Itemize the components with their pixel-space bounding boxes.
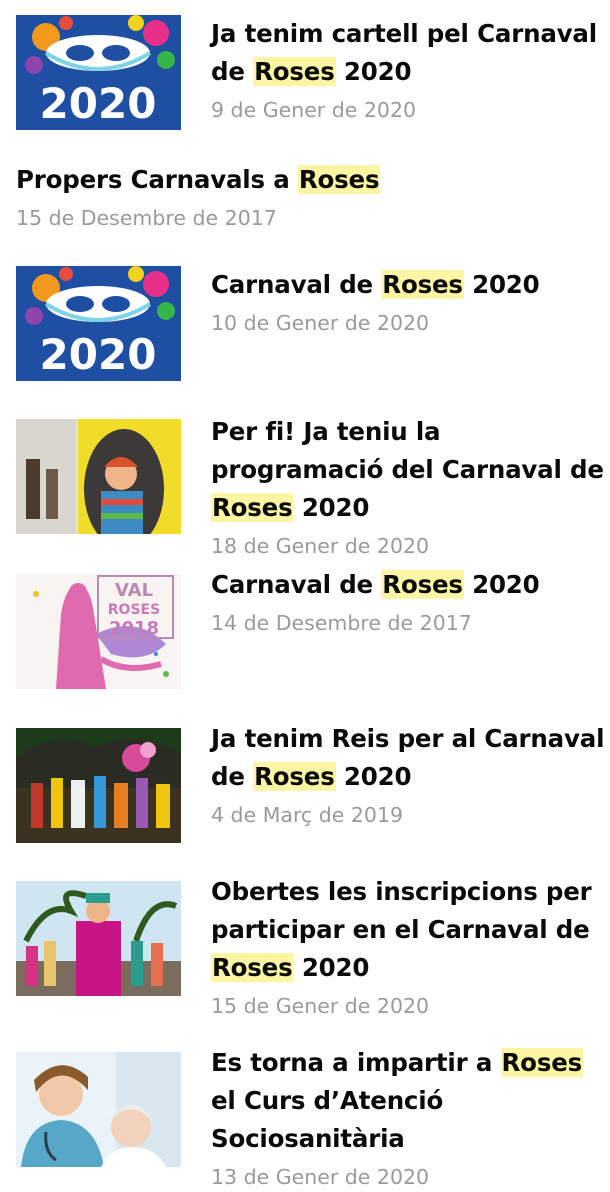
result-title-link[interactable]: Es torna a impartir a Roses el Curs d’At… [211,1044,606,1158]
carnival-parade-night-photo-image [16,728,181,843]
result-thumbnail-roses-2018-poster[interactable]: VAL ROSES 2018 [16,574,181,689]
result-text: Carnaval de Roses 2020 14 de Desembre de… [211,566,606,638]
title-text: Propers Carnavals a [16,165,298,194]
result-title-link[interactable]: Ja tenim Reis per al Carnaval de Roses 2… [211,720,606,796]
result-date: 15 de Desembre de 2017 [16,206,277,230]
result-date: 9 de Gener de 2020 [211,98,417,122]
poster-2018-text: 2018 [109,618,159,639]
title-text: 2020 [335,57,412,86]
poster-year-text: 2020 [40,79,157,128]
result-date: 14 de Desembre de 2017 [211,611,472,635]
result-text: Propers Carnavals a Roses 15 de Desembre… [16,161,606,233]
result-date: 15 de Gener de 2020 [211,994,430,1018]
result-thumbnail-parade-day-photo[interactable] [16,881,181,996]
title-text: 2020 [293,493,370,522]
title-text: 2020 [463,570,540,599]
result-title-link[interactable]: Propers Carnavals a Roses [16,161,606,199]
title-text: Per fi! Ja teniu la programació del Carn… [211,417,604,484]
title-text: Carnaval de [211,570,382,599]
carnival-costume-photo-image [16,419,181,534]
poster-roses-text: ROSES [108,602,160,618]
search-result-item[interactable]: 2020 Carnaval de Roses 2020 10 de Gener … [16,266,606,384]
keyword-highlight: Roses [381,270,464,299]
result-text: Carnaval de Roses 2020 10 de Gener de 20… [211,266,606,338]
search-result-item[interactable]: Propers Carnavals a Roses 15 de Desembre… [16,161,606,236]
title-text: 2020 [335,762,412,791]
search-result-item[interactable]: Es torna a impartir a Roses el Curs d’At… [16,1044,606,1189]
result-thumbnail-nurse-photo[interactable] [16,1052,181,1167]
result-text: Ja tenim cartell pel Carnaval de Roses 2… [211,15,606,125]
result-text: Per fi! Ja teniu la programació del Carn… [211,413,606,561]
title-text: 2020 [463,270,540,299]
result-text: Obertes les inscripcions per participar … [211,873,606,1021]
poster-val-text: VAL [115,580,153,601]
search-result-item[interactable]: Per fi! Ja teniu la programació del Carn… [16,413,606,558]
keyword-highlight: Roses [253,762,336,791]
result-title-link[interactable]: Per fi! Ja teniu la programació del Carn… [211,413,606,527]
carnival-parade-day-photo-image [16,881,181,996]
title-text: Obertes les inscripcions per participar … [211,877,592,944]
search-result-item[interactable]: Obertes les inscripcions per participar … [16,873,606,1029]
keyword-highlight: Roses [253,57,336,86]
title-text: Carnaval de [211,270,382,299]
search-result-item[interactable]: Ja tenim Reis per al Carnaval de Roses 2… [16,720,606,844]
keyword-highlight: Roses [211,953,294,982]
result-date: 10 de Gener de 2020 [211,311,430,335]
carnival-mask-poster-image: 2020 [16,266,181,381]
result-date: 4 de Març de 2019 [211,803,404,827]
result-title-link[interactable]: Carnaval de Roses 2020 [211,566,606,604]
result-thumbnail-costume-photo[interactable] [16,419,181,534]
title-text: Es torna a impartir a [211,1048,501,1077]
result-thumbnail-carnival-2020-poster[interactable]: 2020 [16,266,181,381]
keyword-highlight: Roses [500,1048,583,1077]
carnival-mask-poster-image: 2020 [16,15,181,130]
carnival-roses-2018-poster-image: VAL ROSES 2018 [16,574,181,689]
result-date: 13 de Gener de 2020 [211,1165,430,1189]
poster-year-text: 2020 [40,330,157,379]
result-text: Ja tenim Reis per al Carnaval de Roses 2… [211,720,606,830]
result-thumbnail-parade-night-photo[interactable] [16,728,181,843]
keyword-highlight: Roses [211,493,294,522]
keyword-highlight: Roses [297,165,381,194]
title-text: el Curs d’Atenció Sociosanitària [211,1086,444,1153]
result-date: 18 de Gener de 2020 [211,534,430,558]
keyword-highlight: Roses [381,570,464,599]
title-text: 2020 [293,953,370,982]
nurse-elderly-photo-image [16,1052,181,1167]
result-title-link[interactable]: Ja tenim cartell pel Carnaval de Roses 2… [211,15,606,91]
result-title-link[interactable]: Obertes les inscripcions per participar … [211,873,606,987]
result-text: Es torna a impartir a Roses el Curs d’At… [211,1044,606,1192]
search-result-item[interactable]: VAL ROSES 2018 Carnaval de Roses 2020 14… [16,566,606,690]
result-title-link[interactable]: Carnaval de Roses 2020 [211,266,606,304]
result-thumbnail-carnival-2020-poster[interactable]: 2020 [16,15,181,130]
search-result-item[interactable]: 2020 Ja tenim cartell pel Carnaval de Ro… [16,15,606,133]
